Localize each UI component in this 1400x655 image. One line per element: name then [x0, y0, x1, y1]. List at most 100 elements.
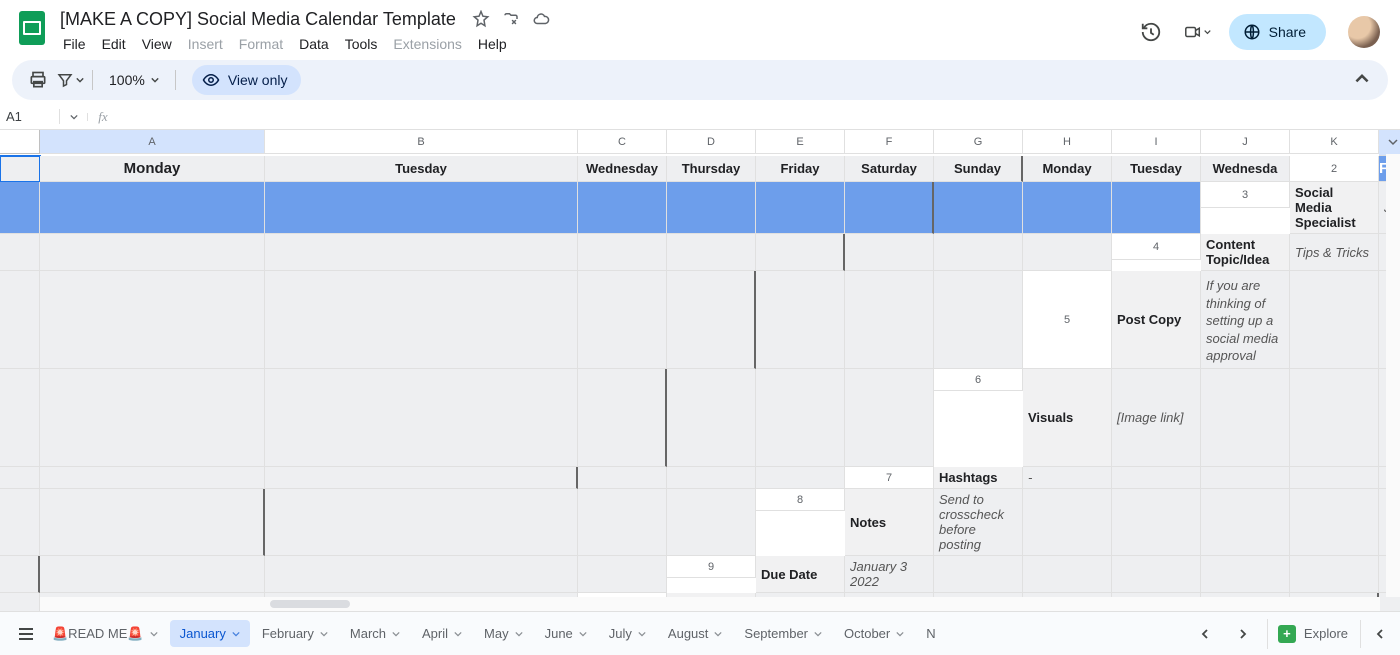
cell[interactable] — [1112, 489, 1201, 556]
cell[interactable] — [40, 369, 265, 467]
cell[interactable] — [265, 271, 578, 369]
cell[interactable] — [1112, 182, 1201, 234]
cell[interactable]: Monday — [40, 156, 265, 182]
menu-tools[interactable]: Tools — [338, 32, 385, 56]
cell[interactable] — [756, 182, 845, 234]
cell[interactable] — [845, 234, 934, 271]
sheet-tab-september[interactable]: September — [734, 620, 832, 647]
cell[interactable] — [40, 467, 265, 489]
cell[interactable] — [0, 556, 40, 593]
tab-scroll-right-icon[interactable] — [1229, 620, 1257, 648]
cell[interactable] — [578, 489, 667, 556]
cell[interactable]: January 3 2022 — [845, 556, 934, 593]
cell[interactable]: Wednesda — [1201, 156, 1290, 182]
cell[interactable] — [578, 234, 667, 271]
view-only-pill[interactable]: View only — [192, 65, 302, 95]
share-button[interactable]: Share — [1229, 14, 1326, 50]
col-header[interactable]: J — [1201, 130, 1290, 154]
cell[interactable]: Tuesday — [1112, 156, 1201, 182]
tab-scroll-left-icon[interactable] — [1191, 620, 1219, 648]
cell[interactable] — [578, 467, 667, 489]
cell[interactable] — [265, 489, 578, 556]
sheet-tab-may[interactable]: May — [474, 620, 533, 647]
cell[interactable]: Social Media Specialist — [1290, 182, 1379, 234]
horizontal-scrollbar[interactable] — [40, 597, 1380, 611]
cell[interactable] — [1023, 556, 1112, 593]
cell[interactable] — [265, 182, 578, 234]
history-icon[interactable] — [1137, 18, 1165, 46]
cell[interactable] — [578, 182, 667, 234]
sheet-tab-march[interactable]: March — [340, 620, 410, 647]
cell[interactable] — [0, 182, 40, 234]
all-sheets-menu-icon[interactable] — [12, 620, 40, 648]
cell[interactable] — [1023, 182, 1112, 234]
col-header[interactable]: B — [265, 130, 578, 154]
meet-icon[interactable] — [1183, 18, 1211, 46]
sheets-logo[interactable] — [12, 8, 52, 48]
cell[interactable]: Sunday — [934, 156, 1023, 182]
cell[interactable] — [0, 489, 40, 556]
sheet-tab-june[interactable]: June — [535, 620, 597, 647]
select-all-corner[interactable] — [0, 130, 40, 154]
row-header[interactable]: 5 — [1023, 271, 1112, 369]
cell[interactable] — [265, 369, 578, 467]
cell[interactable] — [1201, 489, 1290, 556]
col-header[interactable]: H — [1023, 130, 1112, 154]
cell[interactable] — [1290, 271, 1379, 369]
cell[interactable] — [934, 234, 1023, 271]
cell[interactable] — [756, 467, 845, 489]
menu-file[interactable]: File — [56, 32, 93, 56]
cell[interactable] — [1023, 489, 1112, 556]
cell[interactable]: Post Copy — [1112, 271, 1201, 369]
cell[interactable] — [265, 234, 578, 271]
cell[interactable]: Due Date — [756, 556, 845, 593]
row-header[interactable]: 9 — [667, 556, 756, 578]
cell[interactable] — [265, 467, 578, 489]
cell[interactable] — [1290, 489, 1379, 556]
row-header[interactable]: 2 — [1290, 156, 1379, 182]
cell[interactable] — [0, 271, 40, 369]
cell[interactable] — [1201, 556, 1290, 593]
col-header[interactable]: I — [1112, 130, 1201, 154]
cell[interactable] — [667, 234, 756, 271]
sheet-tab-truncated[interactable]: N — [916, 620, 945, 647]
cell[interactable] — [1112, 467, 1201, 489]
cell[interactable]: Saturday — [845, 156, 934, 182]
vertical-scrollbar[interactable] — [1386, 154, 1400, 597]
cell[interactable]: If you are thinking of setting up a soci… — [1201, 271, 1290, 369]
sheet-tab-january[interactable]: January — [170, 620, 250, 647]
cell[interactable]: Thursday — [667, 156, 756, 182]
side-panel-toggle-icon[interactable] — [1360, 620, 1388, 648]
cell[interactable] — [756, 369, 845, 467]
explore-button[interactable]: Explore — [1267, 619, 1358, 649]
col-header[interactable]: E — [756, 130, 845, 154]
menu-format[interactable]: Format — [232, 32, 290, 56]
menu-extensions[interactable]: Extensions — [386, 32, 468, 56]
cell[interactable] — [1023, 234, 1112, 271]
cell[interactable] — [934, 556, 1023, 593]
cell[interactable] — [756, 271, 845, 369]
cell[interactable]: Content Topic/Idea — [1201, 234, 1290, 271]
row-header[interactable]: 3 — [1201, 182, 1290, 208]
cell[interactable] — [0, 156, 40, 182]
name-box[interactable]: A1 — [0, 109, 60, 124]
col-header[interactable]: A — [40, 130, 265, 154]
spreadsheet-grid[interactable]: A B C D E F G H I J K 1 Monday Tuesday W… — [0, 130, 1400, 611]
cell[interactable] — [578, 369, 667, 467]
cell[interactable] — [1112, 556, 1201, 593]
cell[interactable]: Tips & Tricks — [1290, 234, 1379, 271]
cell[interactable] — [0, 467, 40, 489]
cell[interactable] — [40, 182, 265, 234]
cell[interactable] — [1201, 369, 1290, 467]
cell[interactable] — [1290, 556, 1379, 593]
zoom-selector[interactable]: 100% — [101, 72, 167, 88]
cell[interactable] — [667, 182, 756, 234]
cell[interactable] — [934, 182, 1023, 234]
doc-title[interactable]: [MAKE A COPY] Social Media Calendar Temp… — [56, 8, 460, 31]
scroll-right-nav-icon[interactable] — [1386, 130, 1400, 154]
move-icon[interactable] — [502, 10, 520, 28]
star-icon[interactable] — [472, 10, 490, 28]
sheet-tab-february[interactable]: February — [252, 620, 338, 647]
cell[interactable] — [0, 369, 40, 467]
col-header[interactable]: D — [667, 130, 756, 154]
